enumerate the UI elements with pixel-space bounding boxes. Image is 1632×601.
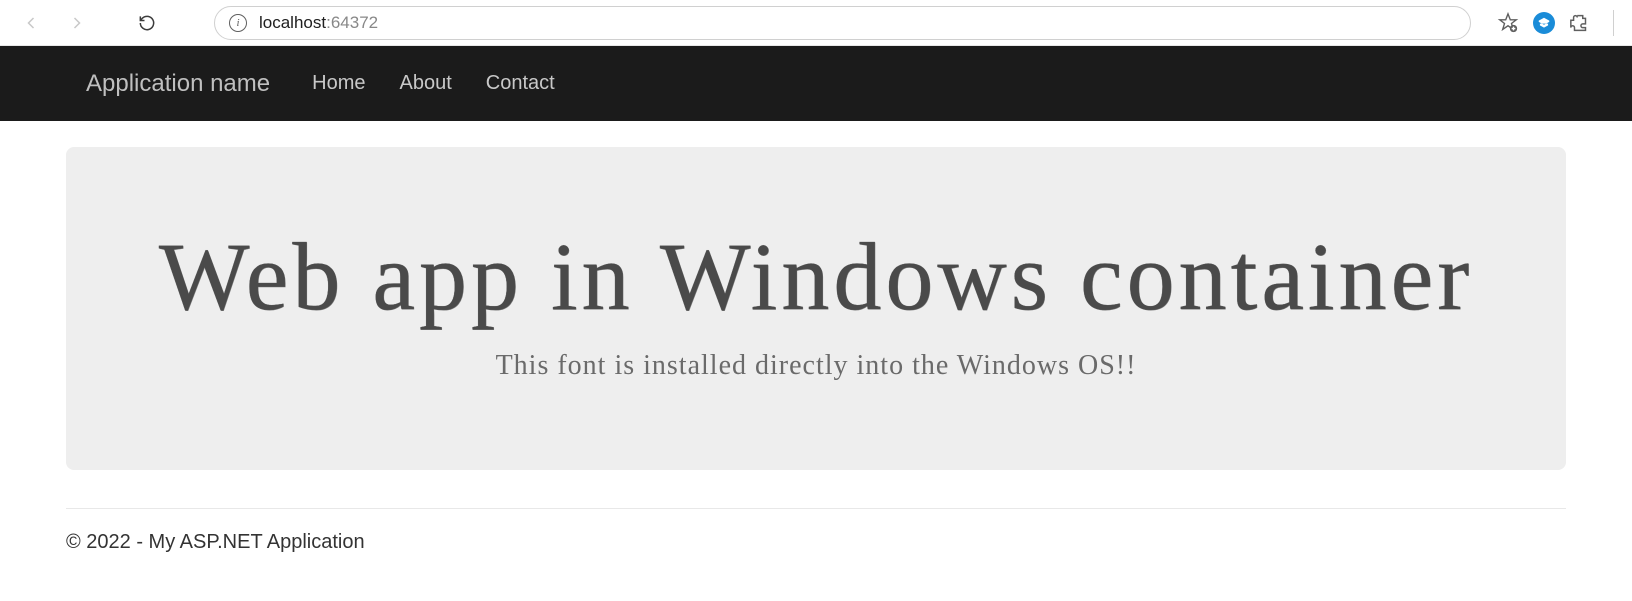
hero-subtext: This font is installed directly into the… (96, 350, 1536, 382)
reload-button[interactable] (128, 4, 166, 42)
hero-heading: Web app in Windows container (96, 221, 1536, 332)
site-navbar: Application name Home About Contact (0, 46, 1632, 121)
jumbotron: Web app in Windows container This font i… (66, 147, 1566, 470)
back-button[interactable] (12, 4, 50, 42)
toolbar-divider (1613, 10, 1614, 36)
extensions-icon[interactable] (1569, 12, 1591, 34)
toolbar-actions (1497, 10, 1620, 36)
url-text: localhost:64372 (259, 13, 378, 33)
main-container: Web app in Windows container This font i… (0, 147, 1632, 470)
nav-link-contact[interactable]: Contact (486, 72, 555, 95)
favorites-icon[interactable] (1497, 12, 1519, 34)
nav-link-home[interactable]: Home (312, 72, 365, 95)
site-info-icon[interactable]: i (229, 14, 247, 32)
footer-text: © 2022 - My ASP.NET Application (0, 509, 1632, 554)
address-bar[interactable]: i localhost:64372 (214, 6, 1471, 40)
forward-button[interactable] (58, 4, 96, 42)
browser-toolbar: i localhost:64372 (0, 0, 1632, 46)
nav-link-about[interactable]: About (399, 72, 451, 95)
navbar-brand[interactable]: Application name (86, 70, 270, 98)
profile-badge-icon[interactable] (1533, 12, 1555, 34)
